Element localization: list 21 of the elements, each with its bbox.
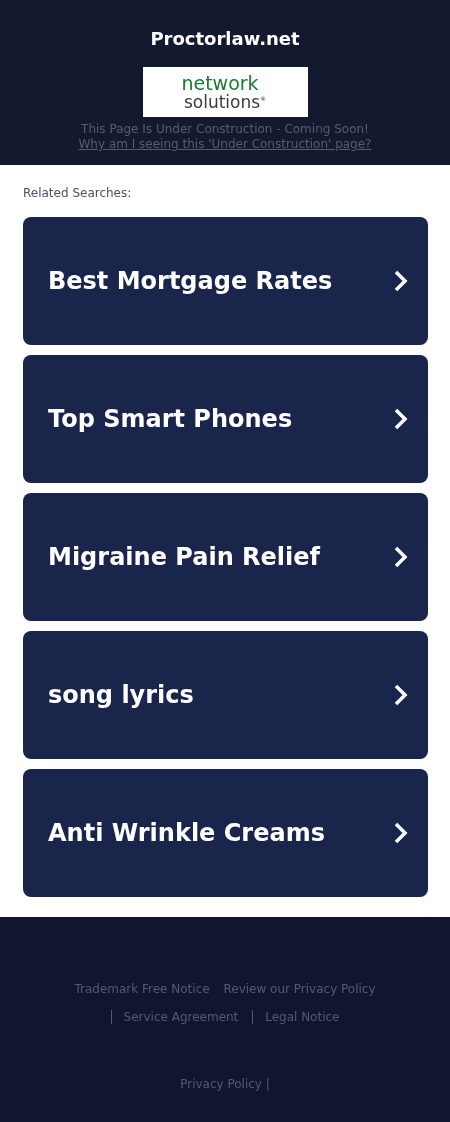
chevron-right-icon <box>394 546 408 568</box>
search-link[interactable]: Best Mortgage Rates <box>23 217 428 345</box>
site-title: Proctorlaw.net <box>150 28 300 50</box>
chevron-right-icon <box>394 822 408 844</box>
footer-link[interactable]: Service Agreement <box>110 1010 239 1024</box>
footer-link[interactable]: Review our Privacy Policy <box>223 982 376 996</box>
section-heading: Related Searches: <box>23 185 133 201</box>
separator: | <box>265 1077 270 1091</box>
chevron-right-icon <box>394 684 408 706</box>
footer-link[interactable]: Trademark Free Notice <box>74 982 210 996</box>
search-link[interactable]: song lyrics <box>23 631 428 759</box>
chevron-right-icon <box>394 270 408 292</box>
chevron-right-icon <box>394 408 408 430</box>
search-link[interactable]: Migraine Pain Relief <box>23 493 428 621</box>
search-link[interactable]: Top Smart Phones <box>23 355 428 483</box>
privacy-link[interactable]: Privacy Policy <box>180 1077 262 1091</box>
why-link[interactable]: Why am I seeing this 'Under Construction' page? <box>78 137 372 152</box>
logo: network solutions$^{®}$ <box>142 67 308 117</box>
footer-link[interactable]: Legal Notice <box>252 1010 340 1024</box>
construction-notice: This Page Is Under Construction - Coming Soon! <box>81 122 369 137</box>
search-link[interactable]: Anti Wrinkle Creams <box>23 769 428 897</box>
